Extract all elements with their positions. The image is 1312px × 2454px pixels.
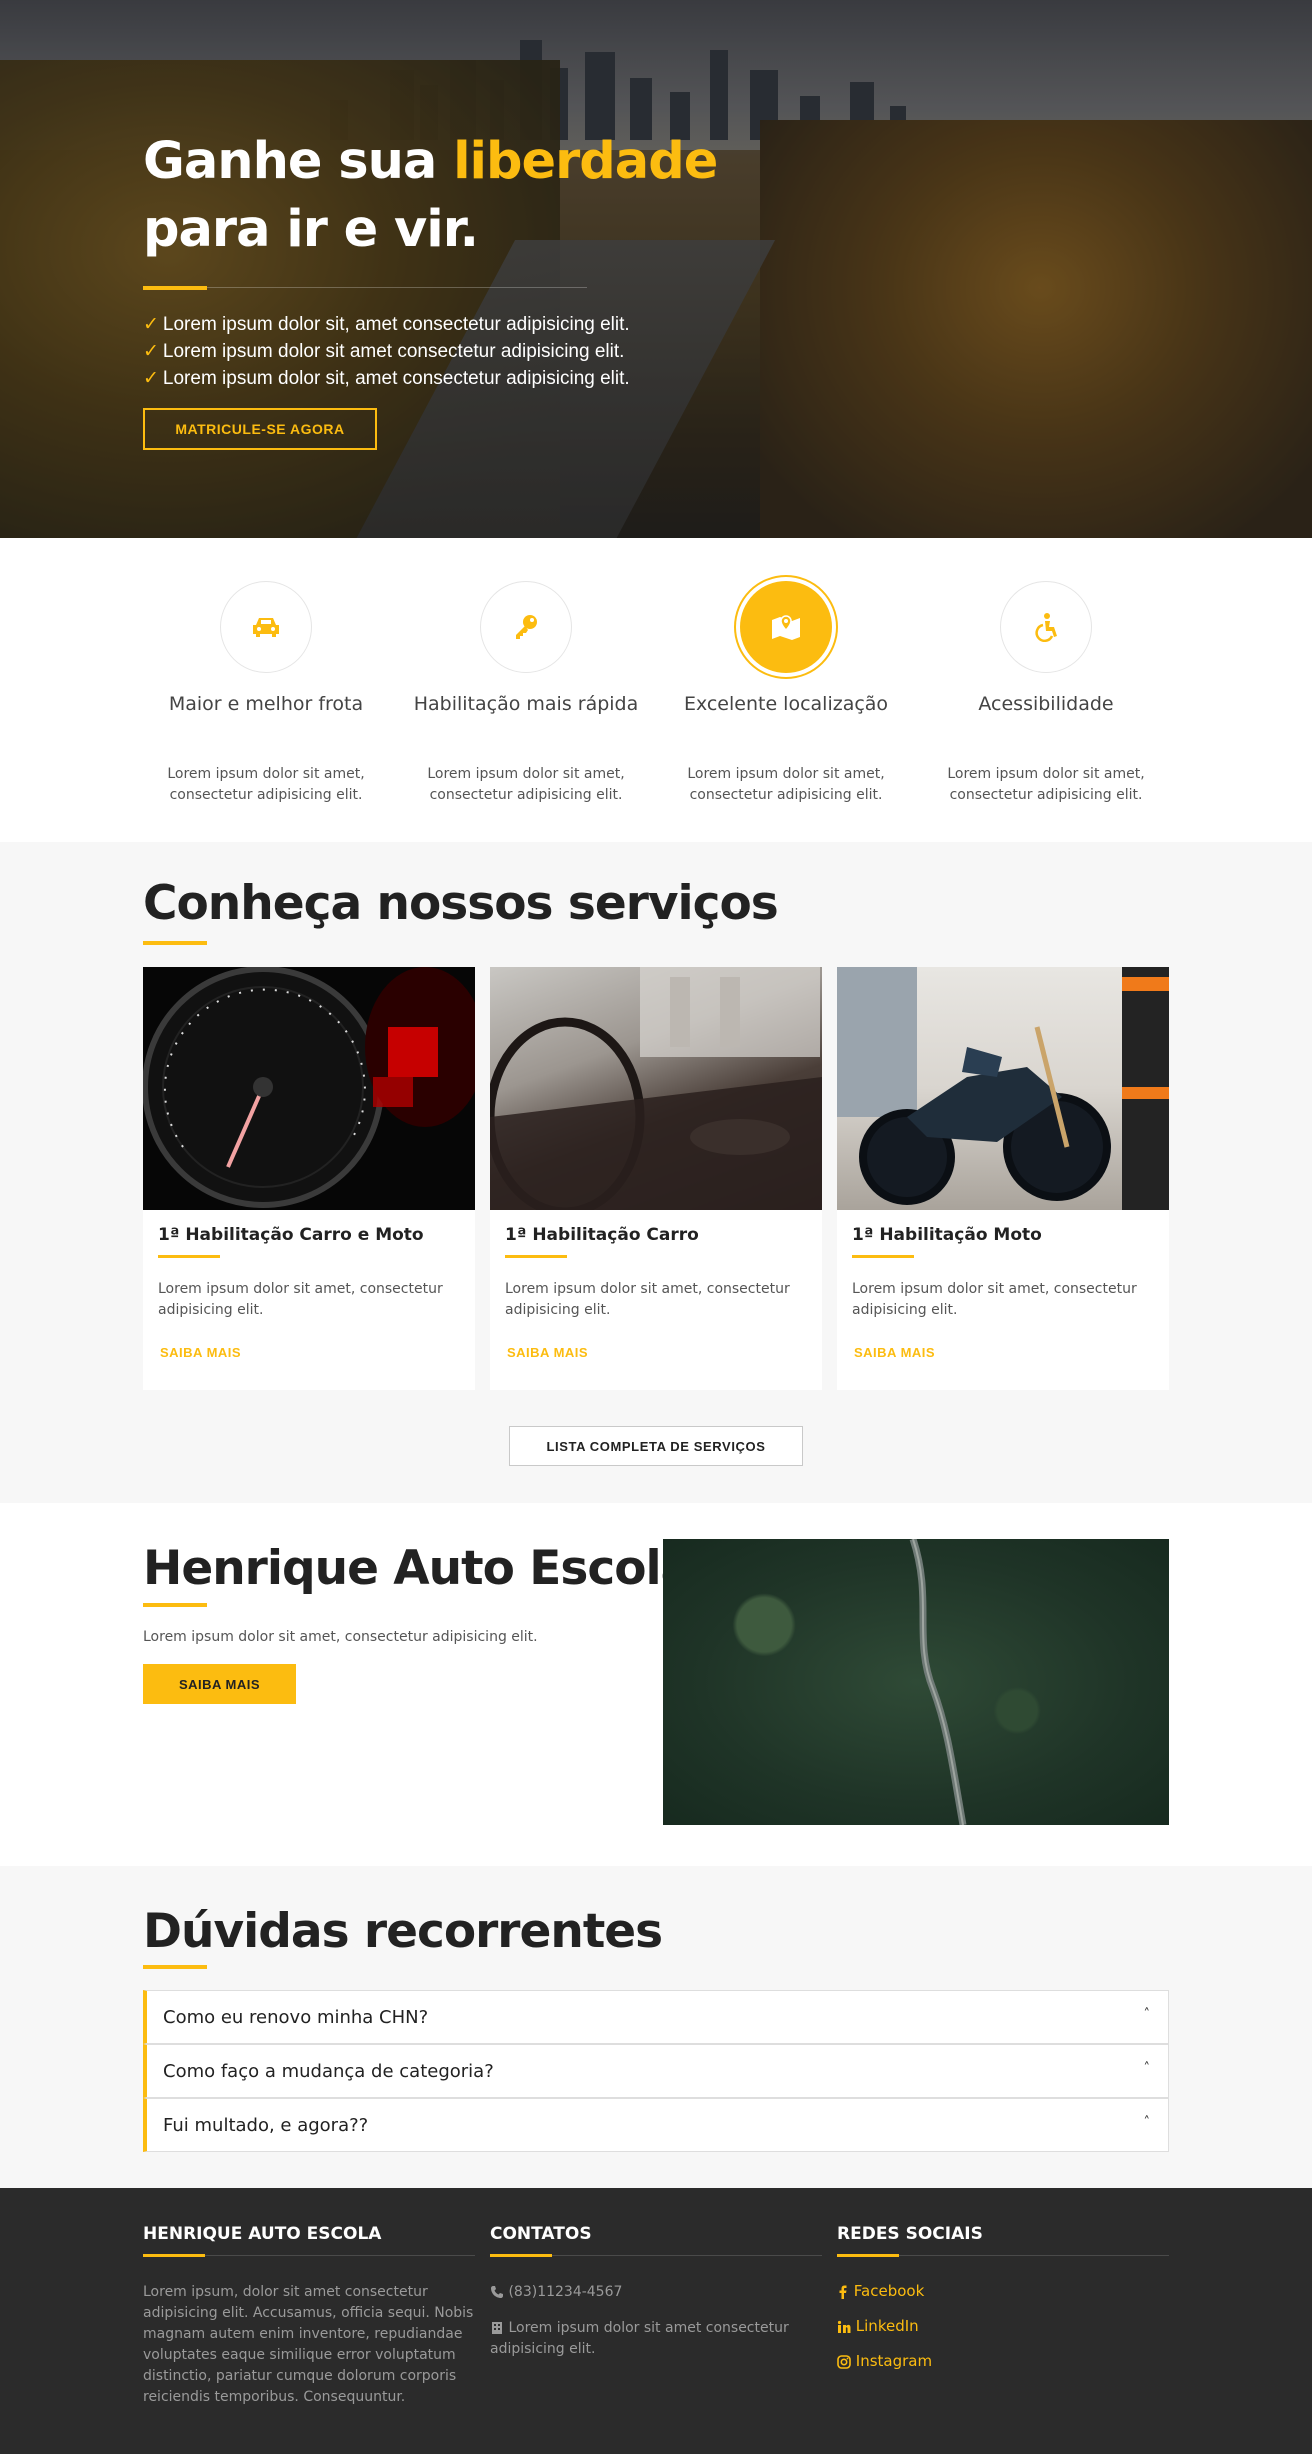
footer-accent-bar [490,2254,552,2257]
hero-overlay [0,0,1312,538]
hero-bullet-list: ✓ Lorem ipsum dolor sit, amet consectetur… [143,311,630,392]
chevron-up-icon[interactable]: ˄ [1144,2061,1151,2076]
footer-accent-bar [143,2254,205,2257]
about-accent-bar [143,1603,207,1607]
instagram-icon [837,2354,851,2369]
about-title: Henrique Auto Escola [143,1541,692,1596]
service-card-title: 1ª Habilitação Moto [852,1225,1042,1245]
service-card-title: 1ª Habilitação Carro e Moto [158,1225,424,1245]
services-section: Conheça nossos serviços 1ª Habilitação C… [0,842,1312,1503]
service-card-accent [505,1255,567,1258]
linkedin-link[interactable]: LinkedIn [837,2317,919,2335]
hero-title-highlight: liberdade [453,132,718,191]
feature-desc: Lorem ipsum dolor sit amet, consectetur … [167,766,365,803]
hero-bullet: ✓ Lorem ipsum dolor sit, amet consectetur… [143,314,630,335]
faq-item[interactable]: Como faço a mudança de categoria? ˄ [143,2044,1169,2098]
faq-item[interactable]: Como eu renovo minha CHN? ˄ [143,1990,1169,2044]
feature-desc: Lorem ipsum dolor sit amet, consectetur … [427,766,625,803]
check-icon: ✓ [143,368,159,389]
hero-divider [207,287,587,288]
key-icon [480,581,572,673]
instagram-link[interactable]: Instagram [837,2352,932,2370]
hero-accent-bar [143,286,207,290]
footer-about-column: HENRIQUE AUTO ESCOLA Lorem ipsum, dolor … [143,2224,475,2405]
about-learn-more-button[interactable]: SAIBA MAIS [143,1664,296,1704]
service-card-accent [852,1255,914,1258]
service-card-desc: Lorem ipsum dolor sit amet, consectetur … [158,1281,443,1318]
phone-icon [491,2286,503,2298]
footer-accent-bar [837,2254,899,2257]
hero-section: Ganhe sua liberdade para ir e vir. ✓ Lore… [0,0,1312,538]
footer-address: Lorem ipsum dolor sit amet consectetur a… [490,2320,789,2357]
features-section: Maior e melhor frota Lorem ipsum dolor s… [0,538,1312,842]
footer-contacts-column: CONTATOS (83)11234-4567 Lorem ipsum dolo… [490,2224,822,2357]
service-card[interactable]: 1ª Habilitação Carro e Moto Lorem ipsum … [143,967,475,1390]
hero-title: Ganhe sua liberdade para ir e vir. [143,128,718,264]
learn-more-link[interactable]: SAIBA MAIS [507,1345,588,1360]
footer-heading: HENRIQUE AUTO ESCOLA [143,2224,382,2244]
forest-road-image [663,1539,1169,1825]
faq-accent-bar [143,1965,207,1969]
enroll-button[interactable]: MATRICULE-SE AGORA [143,408,377,450]
footer-divider [205,2255,475,2256]
feature-title: Excelente localização [683,693,889,715]
services-accent-bar [143,941,207,945]
hero-bullet: ✓ Lorem ipsum dolor sit amet consectetur … [143,341,625,362]
feature-title: Acessibilidade [978,693,1114,715]
speedometer-image [143,967,475,1210]
feature-desc: Lorem ipsum dolor sit amet, consectetur … [947,766,1145,803]
chevron-up-icon[interactable]: ˄ [1144,2007,1151,2022]
service-card-title: 1ª Habilitação Carro [505,1225,699,1245]
car-icon [220,581,312,673]
service-card-desc: Lorem ipsum dolor sit amet, consectetur … [505,1281,790,1318]
chevron-up-icon[interactable]: ˄ [1144,2115,1151,2130]
linkedin-icon [837,2320,851,2333]
learn-more-link[interactable]: SAIBA MAIS [160,1345,241,1360]
footer-about-text: Lorem ipsum, dolor sit amet consectetur … [143,2284,474,2405]
faq-item[interactable]: Fui multado, e agora?? ˄ [143,2098,1169,2152]
feature-desc: Lorem ipsum dolor sit amet, consectetur … [687,766,885,803]
map-location-icon [740,581,832,673]
footer-divider [899,2255,1169,2256]
about-section: Henrique Auto Escola Lorem ipsum dolor s… [0,1503,1312,1866]
services-title: Conheça nossos serviços [143,876,779,931]
feature-title: Maior e melhor frota [168,693,364,715]
footer-heading: REDES SOCIAIS [837,2224,983,2244]
service-card-desc: Lorem ipsum dolor sit amet, consectetur … [852,1281,1137,1318]
steering-wheel-image [490,967,822,1210]
faq-title: Dúvidas recorrentes [143,1904,663,1959]
building-icon [492,2322,502,2334]
hero-bullet: ✓ Lorem ipsum dolor sit, amet consectetur… [143,368,630,389]
feature-title: Habilitação mais rápida [413,693,639,715]
hero-title-part1: Ganhe sua [143,132,454,191]
service-card-accent [158,1255,220,1258]
motorcycle-image [837,967,1169,1210]
facebook-icon [839,2285,847,2299]
faq-question: Fui multado, e agora?? [163,2115,369,2136]
service-card[interactable]: 1ª Habilitação Moto Lorem ipsum dolor si… [837,967,1169,1390]
footer-phone: (83)11234-4567 [490,2282,822,2303]
all-services-button[interactable]: LISTA COMPLETA DE SERVIÇOS [509,1426,803,1466]
check-icon: ✓ [143,314,159,335]
faq-question: Como faço a mudança de categoria? [163,2061,494,2082]
footer-social-column: REDES SOCIAIS Facebook LinkedIn Instagra… [837,2224,1169,2370]
faq-section: Dúvidas recorrentes Como eu renovo minha… [0,1866,1312,2188]
learn-more-link[interactable]: SAIBA MAIS [854,1345,935,1360]
check-icon: ✓ [143,341,159,362]
footer-heading: CONTATOS [490,2224,592,2244]
hero-title-part2: para ir e vir. [143,200,479,259]
service-card[interactable]: 1ª Habilitação Carro Lorem ipsum dolor s… [490,967,822,1390]
accessibility-icon [1000,581,1092,673]
footer-divider [552,2255,822,2256]
faq-question: Como eu renovo minha CHN? [163,2007,429,2028]
footer: HENRIQUE AUTO ESCOLA Lorem ipsum, dolor … [0,2188,1312,2454]
about-desc: Lorem ipsum dolor sit amet, consectetur … [143,1629,538,1645]
facebook-link[interactable]: Facebook [837,2282,924,2300]
